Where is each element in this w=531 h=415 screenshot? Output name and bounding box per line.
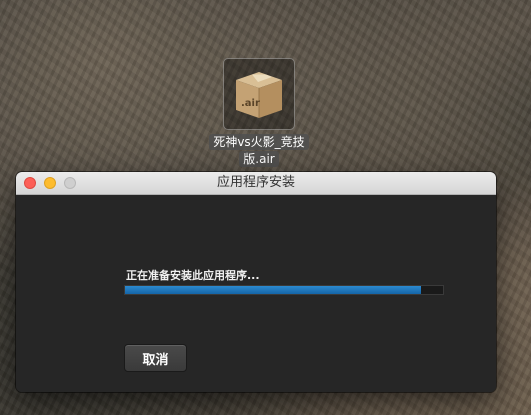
window-title: 应用程序安装 <box>216 175 295 190</box>
minimize-window-button[interactable] <box>44 177 56 189</box>
package-box-icon: .air <box>236 72 282 118</box>
installer-content: 正在准备安装此应用程序... 取消 <box>16 195 496 392</box>
zoom-window-button <box>64 177 76 189</box>
window-titlebar[interactable]: 应用程序安装 <box>16 172 496 195</box>
file-name-label[interactable]: 死神vs火影_竞技 版.air <box>204 133 314 167</box>
file-name-line2: 版.air <box>239 151 279 167</box>
air-file-icon[interactable]: .air <box>223 58 295 130</box>
close-window-button[interactable] <box>24 177 36 189</box>
install-status-text: 正在准备安装此应用程序... <box>126 269 260 282</box>
file-name-line1: 死神vs火影_竞技 <box>209 134 309 150</box>
install-progress-bar <box>124 285 444 295</box>
file-extension-label: .air <box>241 98 260 109</box>
progress-fill <box>125 286 421 294</box>
cancel-button[interactable]: 取消 <box>124 344 187 372</box>
installer-window: 应用程序安装 正在准备安装此应用程序... 取消 <box>16 172 496 392</box>
